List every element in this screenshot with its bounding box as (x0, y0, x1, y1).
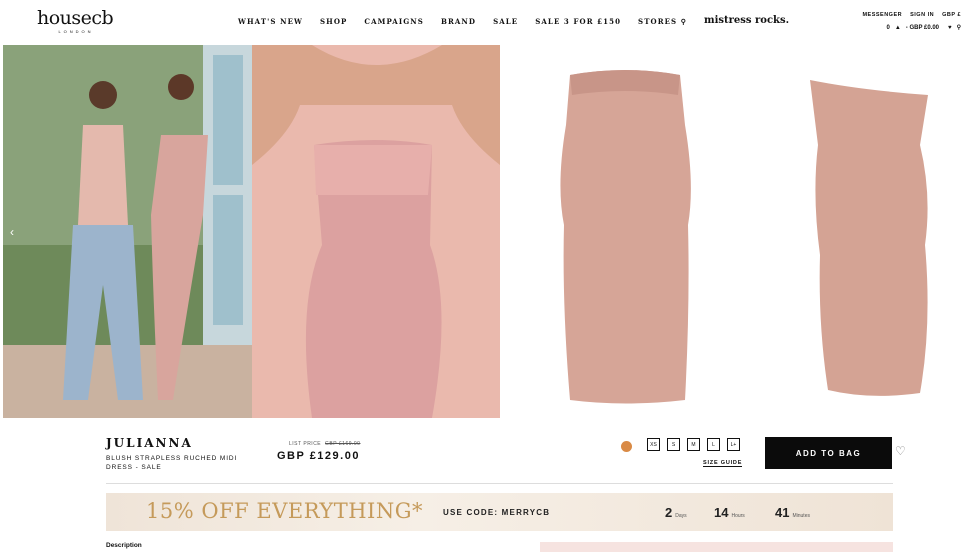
logo-subtext: LONDON (58, 29, 94, 34)
section-divider (106, 483, 893, 484)
countdown-minutes-value: 41 (775, 505, 790, 520)
countdown-hours-value: 14 (714, 505, 729, 520)
product-description: BLUSH STRAPLESS RUCHED MIDI DRESS - SALE (106, 455, 238, 471)
size-s[interactable]: S (667, 438, 680, 451)
size-l-plus[interactable]: L+ (727, 438, 740, 451)
gallery-prev-icon[interactable]: ‹ (10, 225, 14, 239)
countdown-days-label: Days (675, 513, 687, 519)
nav-mistress-rocks[interactable]: mistress rocks. (704, 15, 789, 26)
wishlist-heart-icon[interactable]: ♥ (948, 25, 952, 31)
model-closeup-photo[interactable] (252, 45, 500, 418)
lifestyle-photo[interactable]: ‹ (3, 45, 252, 418)
nav-sale-3-for-150[interactable]: SALE 3 FOR £150 (535, 17, 621, 26)
main-nav: WHAT'S NEW SHOP CAMPAIGNS BRAND SALE SAL… (238, 15, 806, 26)
nav-shop[interactable]: SHOP (320, 17, 347, 26)
wishlist-heart-icon[interactable]: ♡ (895, 444, 906, 458)
countdown-hours: 14 Hours (714, 505, 745, 520)
basket-total[interactable]: - GBP £0.00 (906, 25, 939, 31)
logo-text: housecb (37, 7, 114, 29)
size-selector: XS S M L L+ (647, 438, 740, 451)
size-l[interactable]: L (707, 438, 720, 451)
list-price: LIST PRICE GBP £169.00 (289, 441, 360, 447)
add-to-bag-button[interactable]: ADD TO BAG (765, 437, 892, 469)
utility-nav: MESSENGER SIGN IN GBP £ 0 ▲ - GBP £0.00 … (862, 12, 961, 31)
list-price-label: LIST PRICE (289, 441, 322, 447)
countdown-days: 2 Days (665, 505, 687, 520)
product-info-bar: JULIANNA BLUSH STRAPLESS RUCHED MIDI DRE… (0, 430, 967, 480)
product-gallery: ‹ (0, 45, 967, 418)
site-header: housecb LONDON WHAT'S NEW SHOP CAMPAIGNS… (0, 0, 967, 45)
nav-stores-label: STORES (638, 17, 678, 26)
nav-brand[interactable]: BRAND (441, 17, 476, 26)
search-icon[interactable]: ⚲ (957, 24, 961, 31)
location-pin-icon: ⚲ (680, 17, 687, 26)
promo-code: USE CODE: MERRYCB (443, 508, 551, 517)
currency-selector[interactable]: GBP £ (942, 12, 961, 18)
size-m[interactable]: M (687, 438, 700, 451)
brand-logo[interactable]: housecb LONDON (37, 8, 115, 34)
countdown-hours-label: Hours (731, 513, 745, 519)
size-guide-link[interactable]: SIZE GUIDE (703, 460, 743, 467)
size-xs[interactable]: XS (647, 438, 660, 451)
list-price-value: GBP £169.00 (325, 441, 361, 447)
countdown-days-value: 2 (665, 505, 673, 520)
nav-whats-new[interactable]: WHAT'S NEW (238, 17, 303, 26)
product-flat-photos[interactable] (500, 45, 967, 418)
messenger-link[interactable]: MESSENGER (862, 12, 902, 18)
info-panel (540, 542, 893, 552)
description-heading[interactable]: Description (106, 542, 142, 549)
nav-stores[interactable]: STORES ⚲ (638, 17, 687, 26)
nav-campaigns[interactable]: CAMPAIGNS (364, 17, 424, 26)
color-swatch[interactable] (621, 441, 632, 452)
promo-headline: 15% OFF EVERYTHING* (146, 499, 424, 523)
countdown-minutes-label: Minutes (792, 513, 810, 519)
countdown-minutes: 41 Minutes (775, 505, 810, 520)
basket-count: 0 (886, 24, 890, 31)
promo-banner[interactable]: 15% OFF EVERYTHING* USE CODE: MERRYCB 2 … (106, 493, 893, 531)
nav-sale[interactable]: SALE (493, 17, 518, 26)
basket-icon[interactable]: ▲ (895, 25, 901, 31)
sign-in-link[interactable]: SIGN IN (910, 12, 934, 18)
sale-price: GBP £129.00 (277, 450, 360, 462)
product-name: JULIANNA (106, 436, 193, 450)
